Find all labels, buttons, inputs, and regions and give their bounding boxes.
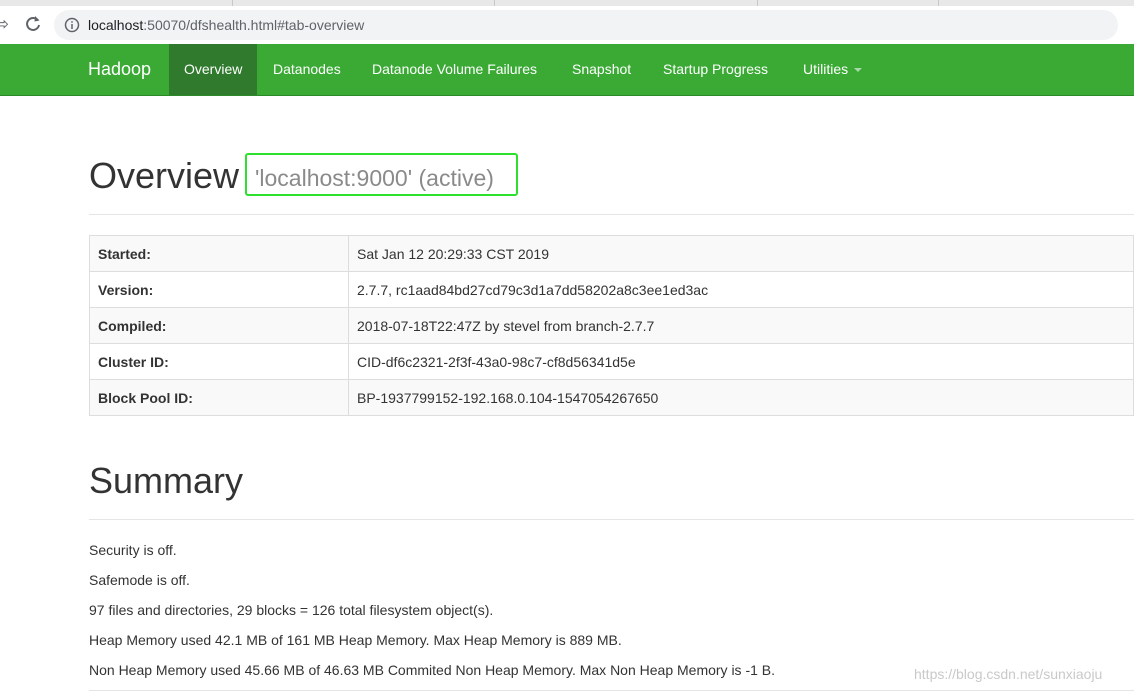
summary-line: 97 files and directories, 29 blocks = 12… <box>89 602 494 618</box>
table-row: Compiled: 2018-07-18T22:47Z by stevel fr… <box>89 307 1134 344</box>
row-label: Started: <box>89 235 349 272</box>
row-label: Cluster ID: <box>89 343 349 380</box>
row-value: Sat Jan 12 20:29:33 CST 2019 <box>348 235 1134 272</box>
summary-title: Summary <box>89 460 244 501</box>
row-value: 2.7.7, rc1aad84bd27cd79c3d1a7dd58202a8c3… <box>348 271 1134 308</box>
summary-line: Security is off. <box>89 542 177 558</box>
url-host: localhost <box>88 17 144 33</box>
reload-icon[interactable] <box>22 13 44 35</box>
row-label: Block Pool ID: <box>89 379 349 416</box>
nav-tab-startup-progress[interactable]: Startup Progress <box>663 44 768 95</box>
row-label: Version: <box>89 271 349 308</box>
forward-arrow-icon[interactable]: ⇨ <box>0 13 10 35</box>
address-bar[interactable]: localhost:50070/dfshealth.html#tab-overv… <box>54 10 1118 40</box>
highlighted-namenode-label: 'localhost:9000' (active) <box>245 153 518 196</box>
summary-line: Safemode is off. <box>89 572 190 588</box>
info-icon[interactable] <box>64 17 80 33</box>
nav-tab-datanodes[interactable]: Datanodes <box>273 44 341 95</box>
nav-tab-snapshot[interactable]: Snapshot <box>572 44 631 95</box>
row-label: Compiled: <box>89 307 349 344</box>
brand-link[interactable]: Hadoop <box>88 44 151 95</box>
url-text[interactable]: localhost:50070/dfshealth.html#tab-overv… <box>88 17 364 33</box>
browser-tab-strip <box>0 0 1134 6</box>
url-path: :50070/dfshealth.html#tab-overview <box>143 17 365 33</box>
navbar: Hadoop Overview Datanodes Datanode Volum… <box>0 44 1134 96</box>
table-row: Started: Sat Jan 12 20:29:33 CST 2019 <box>89 235 1134 272</box>
summary-line: Non Heap Memory used 45.66 MB of 46.63 M… <box>89 662 776 678</box>
row-value: CID-df6c2321-2f3f-43a0-98c7-cf8d56341d5e <box>348 343 1134 380</box>
table-row: Block Pool ID: BP-1937799152-192.168.0.1… <box>89 379 1134 416</box>
browser-toolbar: ⇨ localhost:50070/dfshealth.html#tab-ove… <box>0 0 1134 44</box>
nav-tab-utilities-label: Utilities <box>803 61 849 77</box>
nav-tab-utilities[interactable]: Utilities <box>803 44 863 95</box>
nav-tab-datanode-volume-failures[interactable]: Datanode Volume Failures <box>372 44 537 95</box>
row-value: BP-1937799152-192.168.0.104-154705426765… <box>348 379 1134 416</box>
summary-line: Heap Memory used 42.1 MB of 161 MB Heap … <box>89 632 622 648</box>
divider <box>89 690 1134 691</box>
table-row: Version: 2.7.7, rc1aad84bd27cd79c3d1a7dd… <box>89 271 1134 308</box>
row-value: 2018-07-18T22:47Z by stevel from branch-… <box>348 307 1134 344</box>
table-row: Cluster ID: CID-df6c2321-2f3f-43a0-98c7-… <box>89 343 1134 380</box>
page-title: Overview <box>89 155 240 196</box>
chevron-down-icon <box>854 68 863 73</box>
divider <box>89 214 1134 215</box>
divider <box>89 519 1134 520</box>
watermark-text: https://blog.csdn.net/sunxiaoju <box>914 666 1103 682</box>
namenode-status: 'localhost:9000' (active) <box>255 165 494 191</box>
overview-table: Started: Sat Jan 12 20:29:33 CST 2019 Ve… <box>89 235 1134 416</box>
nav-tab-overview[interactable]: Overview <box>169 44 258 95</box>
